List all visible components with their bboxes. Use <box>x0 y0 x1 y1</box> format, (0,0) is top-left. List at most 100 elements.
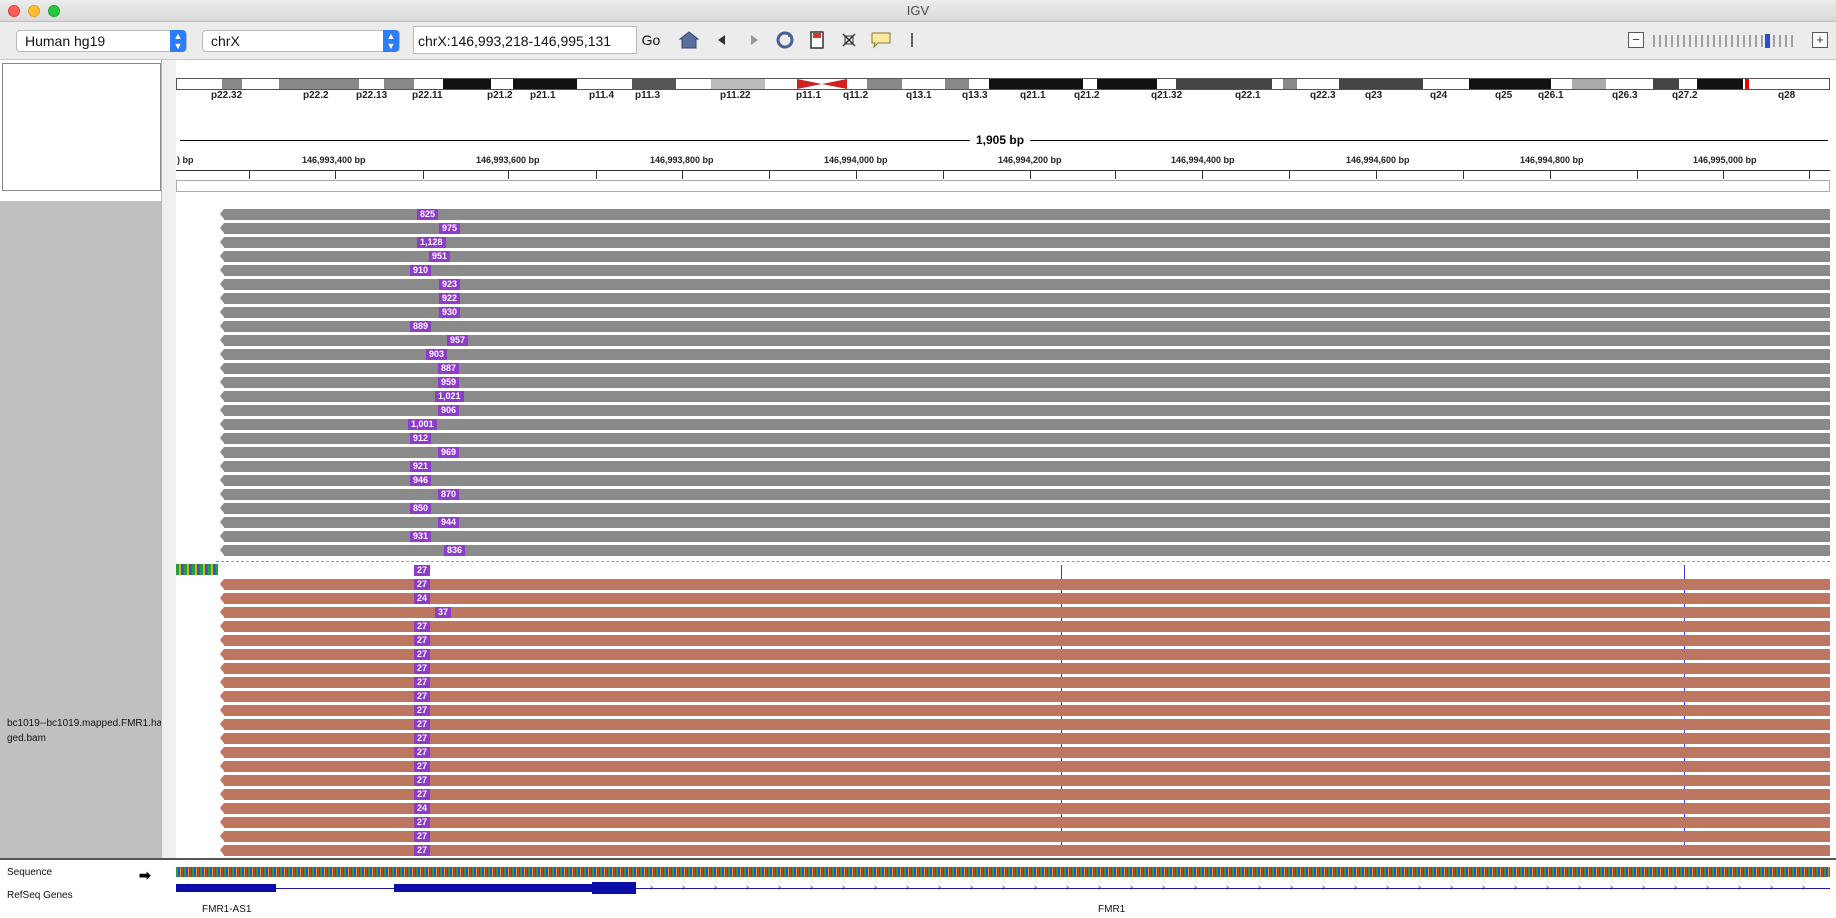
read-alignment[interactable] <box>220 447 1830 458</box>
read-alignment[interactable] <box>220 461 1830 472</box>
read-alignment[interactable] <box>220 489 1830 500</box>
read-alignment[interactable] <box>220 223 1830 234</box>
resize-to-window-icon[interactable] <box>840 30 858 52</box>
refresh-icon[interactable] <box>774 30 796 52</box>
read-alignment[interactable] <box>220 321 1830 332</box>
read-alignment[interactable] <box>220 307 1830 318</box>
read-alignment[interactable] <box>220 419 1830 430</box>
insertion-label[interactable]: 957 <box>447 335 469 346</box>
read-alignment[interactable] <box>220 517 1830 528</box>
insertion-label[interactable]: 27 <box>414 831 431 842</box>
insertion-label[interactable]: 1,001 <box>408 419 437 430</box>
insertion-label[interactable]: 921 <box>410 461 432 472</box>
read-alignment[interactable] <box>220 817 1830 828</box>
fmr1-cds-exon[interactable] <box>592 882 636 894</box>
read-alignment[interactable] <box>220 719 1830 730</box>
insertion-label[interactable]: 946 <box>410 475 432 486</box>
region-of-interest-icon[interactable] <box>808 30 826 52</box>
read-alignment[interactable] <box>220 579 1830 590</box>
insertion-label[interactable]: 870 <box>438 489 460 500</box>
back-arrow-icon[interactable] <box>714 30 730 52</box>
read-alignment[interactable] <box>220 349 1830 360</box>
insertion-label[interactable]: 27 <box>414 663 431 674</box>
insertion-label[interactable]: 930 <box>439 307 461 318</box>
read-alignment[interactable] <box>220 503 1830 514</box>
zoom-out-button[interactable]: − <box>1628 32 1644 48</box>
insertion-label[interactable]: 903 <box>426 349 448 360</box>
insertion-label[interactable]: 27 <box>414 565 431 576</box>
insertion-label[interactable]: 922 <box>439 293 461 304</box>
insertion-label[interactable]: 1,128 <box>417 237 446 248</box>
ruler-toggle-icon[interactable] <box>908 30 916 52</box>
insertion-label[interactable]: 889 <box>410 321 432 332</box>
read-alignment[interactable] <box>220 363 1830 374</box>
read-alignment[interactable] <box>220 775 1830 786</box>
insertion-label[interactable]: 906 <box>438 405 460 416</box>
genome-dropdown[interactable]: Human hg19 ▲ ▼ <box>16 30 187 52</box>
read-alignment[interactable] <box>220 663 1830 674</box>
read-alignment[interactable] <box>220 377 1830 388</box>
sequence-track-name[interactable]: Sequence <box>7 867 52 878</box>
insertion-label[interactable]: 27 <box>414 789 431 800</box>
alignment-track[interactable]: 825 975 1,128 951 910 923 922 930 889 957 903 887 95… <box>176 201 1830 858</box>
read-alignment[interactable] <box>220 761 1830 772</box>
insertion-label[interactable]: 887 <box>438 363 460 374</box>
insertion-label[interactable]: 825 <box>417 209 439 220</box>
insertion-label[interactable]: 1,021 <box>435 391 464 402</box>
insertion-label[interactable]: 910 <box>410 265 432 276</box>
read-alignment[interactable] <box>220 265 1830 276</box>
insertion-label[interactable]: 931 <box>410 531 432 542</box>
read-alignment[interactable] <box>220 677 1830 688</box>
read-alignment[interactable] <box>220 831 1830 842</box>
read-alignment[interactable] <box>220 279 1830 290</box>
go-button[interactable]: Go <box>638 26 664 54</box>
insertion-label[interactable]: 850 <box>410 503 432 514</box>
read-alignment[interactable] <box>220 691 1830 702</box>
insertion-label[interactable]: 27 <box>414 747 431 758</box>
fmr1-exon[interactable] <box>394 884 592 892</box>
read-alignment[interactable] <box>220 621 1830 632</box>
insertion-label[interactable]: 923 <box>439 279 461 290</box>
refseq-genes-track-name[interactable]: RefSeq Genes <box>7 890 73 901</box>
insertion-label[interactable]: 27 <box>414 775 431 786</box>
gene-name-fmr1-as1[interactable]: FMR1-AS1 <box>202 904 251 915</box>
read-alignment[interactable] <box>220 733 1830 744</box>
read-alignment[interactable] <box>220 209 1830 220</box>
insertion-label[interactable]: 944 <box>438 517 460 528</box>
read-alignment[interactable] <box>220 789 1830 800</box>
read-alignment[interactable] <box>220 705 1830 716</box>
insertion-label[interactable]: 24 <box>414 593 431 604</box>
insertion-label[interactable]: 969 <box>438 447 460 458</box>
insertion-label[interactable]: 37 <box>435 607 452 618</box>
alignment-track-name[interactable]: bc1019--bc1019.mapped.FMR1.haged.bam <box>7 716 163 746</box>
insertion-label[interactable]: 27 <box>414 761 431 772</box>
read-alignment[interactable] <box>220 607 1830 618</box>
gene-name-fmr1[interactable]: FMR1 <box>1098 904 1125 915</box>
read-alignment[interactable] <box>220 803 1830 814</box>
home-icon[interactable] <box>678 30 700 52</box>
insertion-label[interactable]: 27 <box>414 691 431 702</box>
forward-arrow-icon[interactable] <box>746 30 762 52</box>
read-alignment[interactable] <box>220 391 1830 402</box>
read-alignment[interactable] <box>220 747 1830 758</box>
track-name-panel[interactable]: bc1019--bc1019.mapped.FMR1.haged.bam <box>0 201 163 858</box>
insertion-label[interactable]: 836 <box>444 545 466 556</box>
insertion-label[interactable]: 912 <box>410 433 432 444</box>
read-alignment[interactable] <box>220 845 1830 856</box>
chromosome-ideogram[interactable] <box>176 78 1830 90</box>
read-alignment[interactable] <box>220 237 1830 248</box>
read-alignment[interactable] <box>220 593 1830 604</box>
chromosome-dropdown[interactable]: chrX ▲ ▼ <box>202 30 400 52</box>
read-alignment[interactable] <box>220 251 1830 262</box>
insertion-label[interactable]: 27 <box>414 705 431 716</box>
insertion-label[interactable]: 27 <box>414 649 431 660</box>
panel-divider[interactable] <box>161 60 176 918</box>
read-alignment[interactable] <box>220 635 1830 646</box>
read-alignment[interactable] <box>220 531 1830 542</box>
insertion-label[interactable]: 27 <box>414 635 431 646</box>
zoom-slider[interactable] <box>1652 34 1802 48</box>
read-alignment[interactable] <box>220 649 1830 660</box>
insertion-label[interactable]: 27 <box>414 817 431 828</box>
popup-info-icon[interactable] <box>870 30 892 52</box>
insertion-label[interactable]: 27 <box>414 719 431 730</box>
